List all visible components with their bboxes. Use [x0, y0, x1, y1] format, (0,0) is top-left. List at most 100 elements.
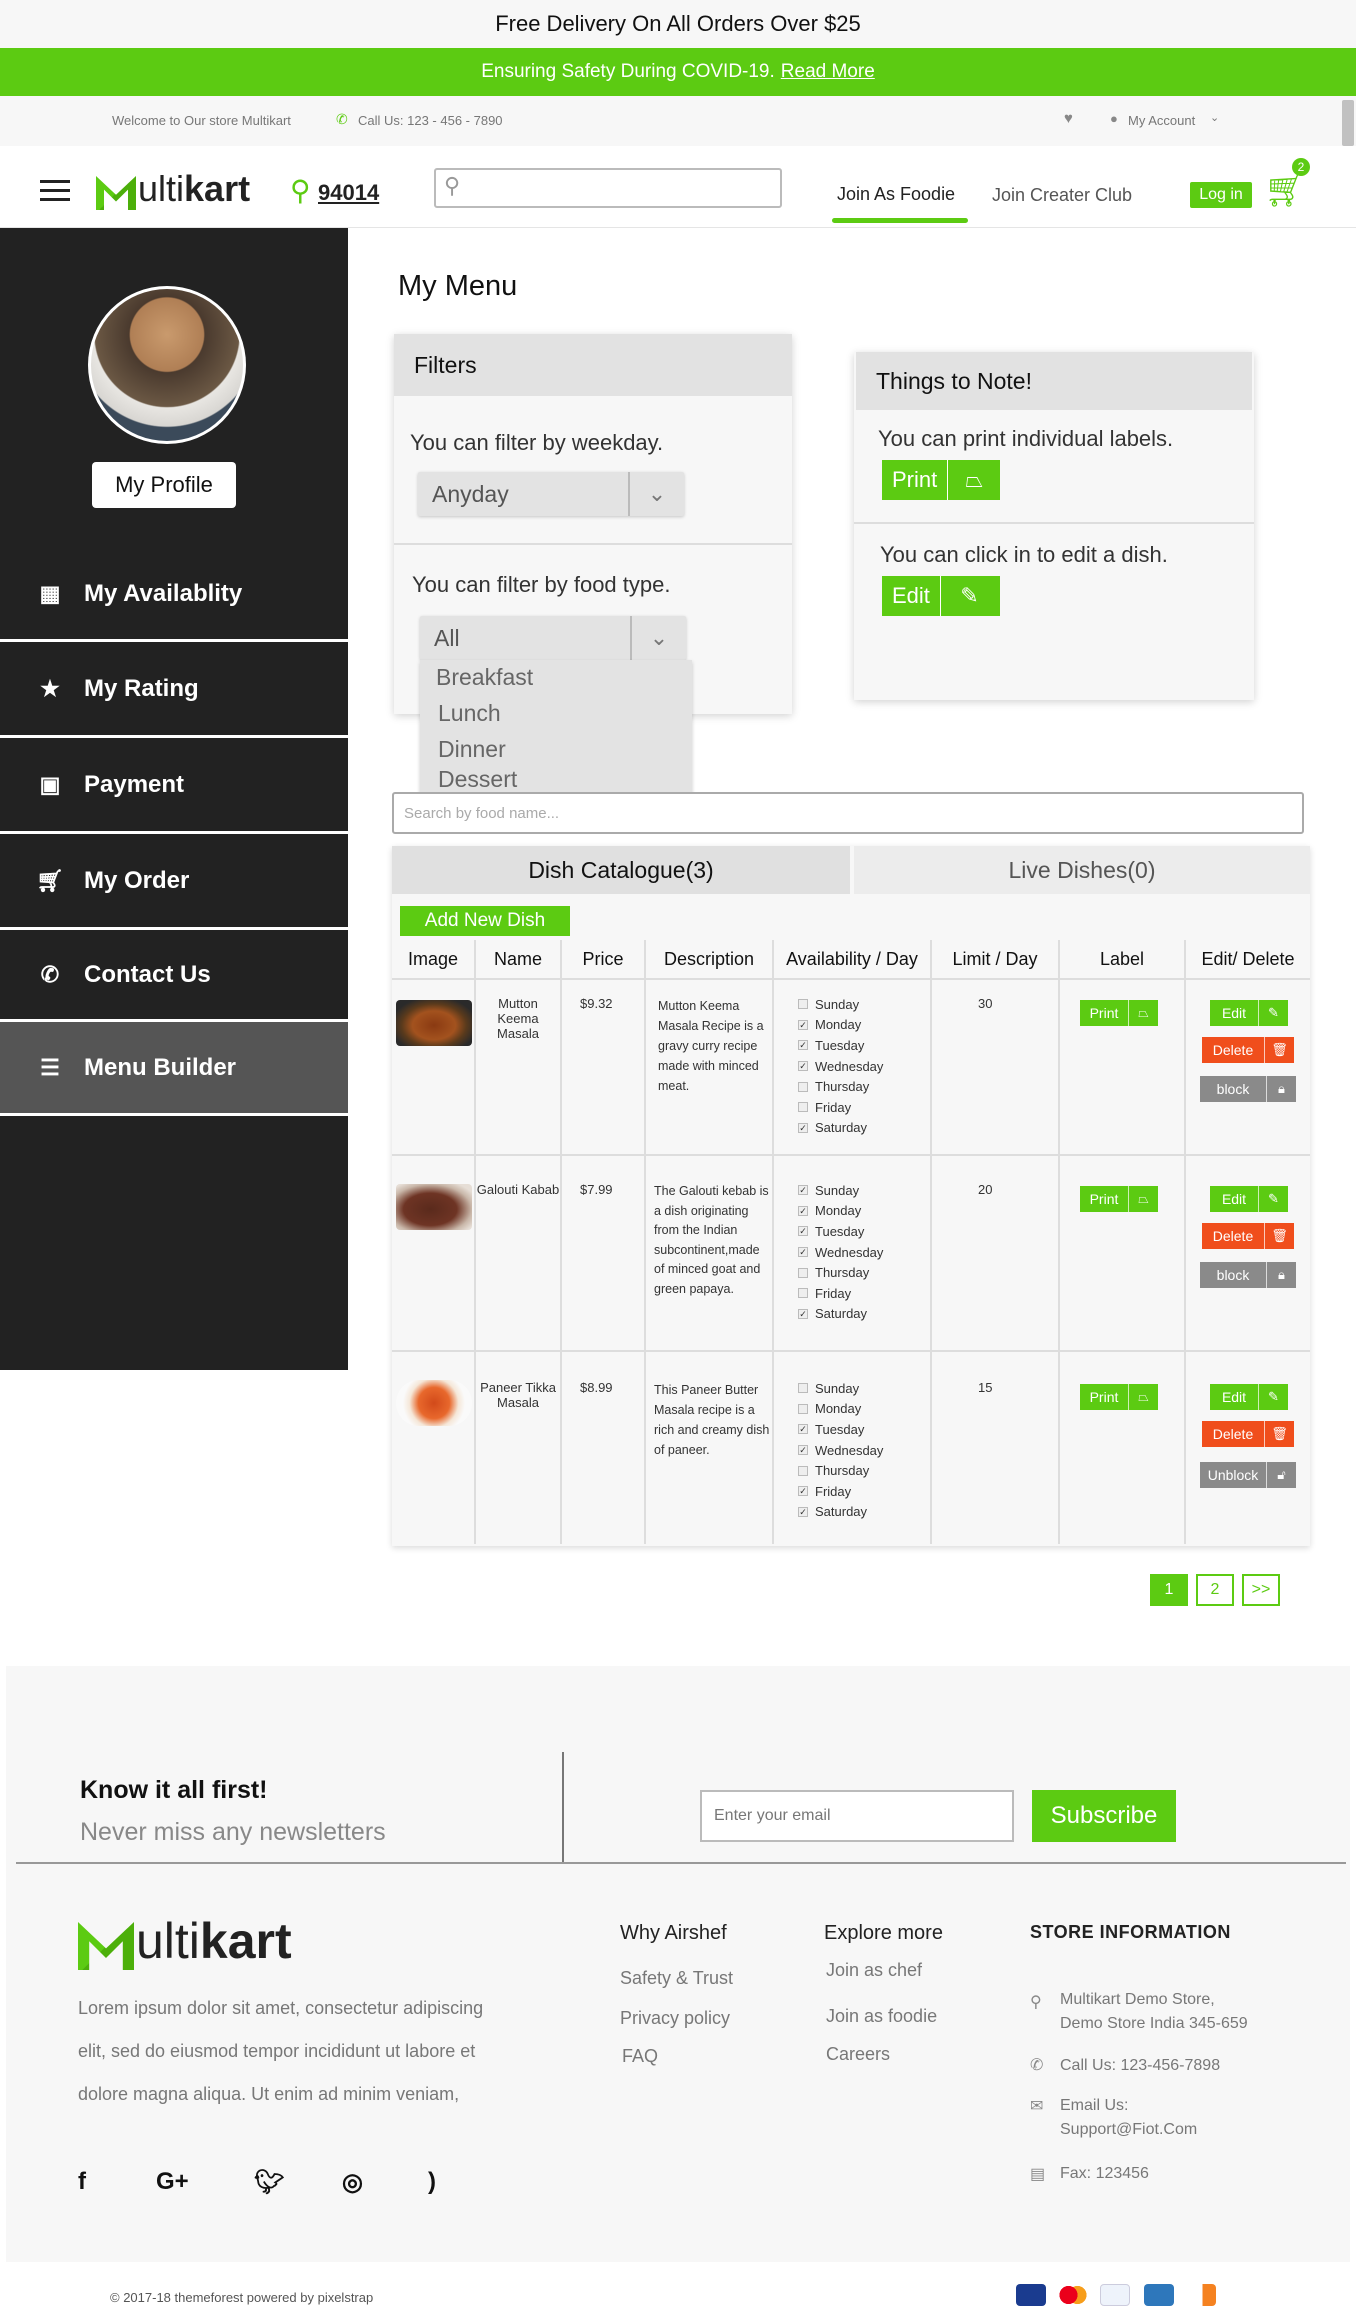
checkbox[interactable] [798, 1403, 808, 1414]
option-lunch[interactable]: Lunch [438, 700, 501, 727]
checkbox[interactable] [798, 1465, 808, 1476]
day-checkbox-row[interactable]: ✓ Friday [798, 1481, 883, 1502]
option-breakfast[interactable]: Breakfast [436, 664, 533, 691]
checkbox[interactable]: ✓ [798, 1226, 808, 1237]
heart-icon[interactable]: ♥ [1064, 110, 1073, 127]
day-checkbox-row[interactable]: ✓ Wednesday [798, 1056, 883, 1077]
day-checkbox-row[interactable]: ✓ Saturday [798, 1502, 883, 1523]
page-1-button[interactable]: 1 [1150, 1574, 1188, 1606]
rss-icon[interactable]: ) [428, 2168, 436, 2196]
day-checkbox-row[interactable]: ✓ Monday [798, 1201, 883, 1222]
sidebar-item-rating[interactable]: ★ My Rating [0, 642, 348, 738]
day-checkbox-row[interactable]: Friday [798, 1283, 883, 1304]
checkbox[interactable] [798, 1081, 808, 1092]
day-checkbox-row[interactable]: ✓ Wednesday [798, 1242, 883, 1263]
checkbox[interactable] [798, 1288, 808, 1299]
option-dinner[interactable]: Dinner [438, 736, 506, 763]
day-checkbox-row[interactable]: ✓ Sunday [798, 1180, 883, 1201]
print-label-button[interactable]: Print ⏢ [1080, 1384, 1158, 1410]
edit-example-button[interactable]: Edit ✎ [882, 576, 1000, 616]
day-checkbox-row[interactable]: ✓ Monday [798, 1015, 883, 1036]
sidebar-item-my-order[interactable]: 🛒︎ My Order [0, 834, 348, 930]
sidebar-item-contact[interactable]: ✆ Contact Us [0, 930, 348, 1022]
add-new-dish-button[interactable]: Add New Dish [400, 906, 570, 936]
nav-join-foodie[interactable]: Join As Foodie [837, 184, 955, 205]
footer-link-join-foodie[interactable]: Join as foodie [826, 2006, 937, 2027]
zip-code[interactable]: 94014 [318, 180, 379, 206]
day-checkbox-row[interactable]: ✓ Tuesday [798, 1221, 883, 1242]
checkbox[interactable]: ✓ [798, 1445, 808, 1456]
nav-join-creator[interactable]: Join Creater Club [992, 185, 1132, 206]
tab-dish-catalogue[interactable]: Dish Catalogue(3) [392, 846, 850, 894]
cart-icon[interactable]: 🛒︎ [1264, 170, 1307, 210]
checkbox[interactable] [798, 1383, 808, 1394]
google-plus-icon[interactable]: G+ [156, 2168, 189, 2196]
day-checkbox-row[interactable]: Sunday [798, 994, 883, 1015]
day-checkbox-row[interactable]: ✓ Saturday [798, 1118, 883, 1139]
footer-link-careers[interactable]: Careers [826, 2044, 890, 2065]
edit-button[interactable]: Edit ✎ [1210, 1186, 1288, 1212]
unblock-button[interactable]: Unblock 🔓︎ [1200, 1462, 1296, 1488]
newsletter-email-input[interactable]: Enter your email [700, 1790, 1014, 1842]
sidebar-item-menu-builder[interactable]: ☰ Menu Builder [0, 1022, 348, 1116]
delete-button[interactable]: Delete 🗑︎ [1202, 1223, 1294, 1249]
option-dessert[interactable]: Dessert [438, 766, 517, 793]
block-button[interactable]: block 🔒︎ [1200, 1262, 1296, 1288]
foodtype-select[interactable]: All ⌄ [420, 616, 686, 660]
sidebar-item-availability[interactable]: ▦ My Availablity [0, 548, 348, 642]
facebook-icon[interactable]: f [78, 2168, 86, 2196]
tab-live-dishes[interactable]: Live Dishes(0) [854, 846, 1310, 894]
day-checkbox-row[interactable]: ✓ Saturday [798, 1304, 883, 1325]
checkbox[interactable]: ✓ [798, 1247, 808, 1258]
weekday-select[interactable]: Anyday ⌄ [418, 472, 684, 516]
scrollbar[interactable] [1342, 100, 1354, 146]
checkbox[interactable]: ✓ [798, 1205, 808, 1216]
sidebar-item-payment[interactable]: ▣ Payment [0, 738, 348, 834]
login-button[interactable]: Log in [1190, 182, 1252, 208]
delete-button[interactable]: Delete 🗑︎ [1202, 1037, 1294, 1063]
print-example-button[interactable]: Print ⏢ [882, 460, 1000, 500]
day-checkbox-row[interactable]: Sunday [798, 1378, 883, 1399]
checkbox[interactable]: ✓ [798, 1122, 808, 1133]
footer-link-safety[interactable]: Safety & Trust [620, 1968, 733, 1989]
day-checkbox-row[interactable]: ✓ Tuesday [798, 1035, 883, 1056]
checkbox[interactable]: ✓ [798, 1506, 808, 1517]
delete-button[interactable]: Delete 🗑︎ [1202, 1421, 1294, 1447]
twitter-icon[interactable]: 🐦︎ [254, 2168, 284, 2197]
checkbox[interactable]: ✓ [798, 1424, 808, 1435]
page-2-button[interactable]: 2 [1196, 1574, 1234, 1606]
subscribe-button[interactable]: Subscribe [1032, 1790, 1176, 1842]
edit-button[interactable]: Edit ✎ [1210, 1384, 1288, 1410]
edit-button[interactable]: Edit ✎ [1210, 1000, 1288, 1026]
checkbox[interactable]: ✓ [798, 1061, 808, 1072]
footer-logo[interactable]: ulti kart [78, 1912, 292, 1970]
checkbox[interactable]: ✓ [798, 1185, 808, 1196]
checkbox[interactable]: ✓ [798, 1040, 808, 1051]
checkbox[interactable] [798, 1267, 808, 1278]
day-checkbox-row[interactable]: Thursday [798, 1460, 883, 1481]
logo[interactable]: ulti kart [96, 168, 250, 210]
next-page-button[interactable]: >> [1242, 1574, 1280, 1606]
footer-link-privacy[interactable]: Privacy policy [620, 2008, 730, 2029]
footer-link-faq[interactable]: FAQ [622, 2046, 658, 2067]
checkbox[interactable]: ✓ [798, 1019, 808, 1030]
my-profile-button[interactable]: My Profile [92, 462, 236, 508]
checkbox[interactable]: ✓ [798, 1486, 808, 1497]
day-checkbox-row[interactable]: Thursday [798, 1262, 883, 1283]
checkbox[interactable] [798, 999, 808, 1010]
print-label-button[interactable]: Print ⏢ [1080, 1000, 1158, 1026]
day-checkbox-row[interactable]: Friday [798, 1097, 883, 1118]
read-more-link[interactable]: Read More [781, 61, 875, 83]
instagram-icon[interactable]: ◎ [342, 2168, 363, 2197]
day-checkbox-row[interactable]: Thursday [798, 1076, 883, 1097]
checkbox[interactable]: ✓ [798, 1308, 808, 1319]
food-search-input[interactable]: Search by food name... [392, 792, 1304, 834]
block-button[interactable]: block 🔒︎ [1200, 1076, 1296, 1102]
day-checkbox-row[interactable]: Monday [798, 1399, 883, 1420]
checkbox[interactable] [798, 1102, 808, 1113]
account-link[interactable]: My Account [1128, 113, 1195, 128]
day-checkbox-row[interactable]: ✓ Tuesday [798, 1419, 883, 1440]
header-search-input[interactable]: ⚲ [434, 168, 782, 208]
day-checkbox-row[interactable]: ✓ Wednesday [798, 1440, 883, 1461]
print-label-button[interactable]: Print ⏢ [1080, 1186, 1158, 1212]
